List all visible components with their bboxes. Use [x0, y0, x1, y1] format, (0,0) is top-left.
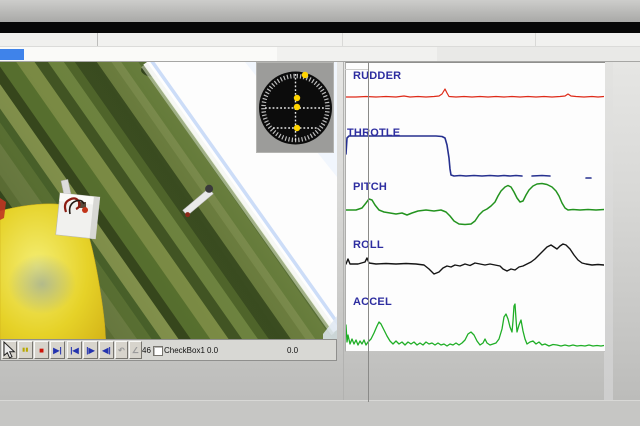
pause-icon: ▮▮ — [22, 347, 29, 353]
skip-forward-button[interactable]: |▶ — [83, 341, 98, 359]
attitude-indicator-panel — [256, 62, 334, 153]
pitch-label: PITCH — [353, 181, 387, 193]
progress-fill — [0, 49, 24, 60]
skip-back-icon: |◀ — [70, 346, 78, 355]
trace-accel — [346, 304, 604, 346]
value-left: 0.0 — [207, 346, 218, 355]
step-back-icon: ◀| — [102, 346, 110, 355]
menu-separator — [342, 33, 343, 46]
gauge-marker-dot — [294, 95, 300, 101]
menu-bar — [0, 33, 640, 47]
angle-tool-button[interactable]: ∠ — [129, 341, 142, 359]
checkbox1-input[interactable] — [153, 346, 163, 356]
arc-icon: ↶ — [118, 346, 125, 355]
wire-plug — [82, 207, 88, 213]
letterbox-band — [0, 22, 640, 33]
window-edge-strip — [604, 62, 613, 400]
accel-label: ACCEL — [353, 296, 392, 308]
gauge-marker-dot — [294, 104, 300, 110]
skip-forward-icon: |▶ — [86, 346, 94, 355]
mouse-cursor-icon — [3, 341, 17, 361]
step-back-button[interactable]: ◀| — [99, 341, 114, 359]
panel-divider — [343, 62, 344, 400]
video-matte-bottom — [0, 400, 640, 426]
step-forward-button[interactable]: ▶| — [50, 341, 65, 359]
menu-section[interactable] — [0, 33, 98, 46]
trace-rudder — [346, 89, 604, 97]
trace-roll — [346, 244, 604, 274]
stop-icon: ■ — [39, 346, 44, 355]
gauge-marker-dot — [294, 125, 300, 131]
skip-back-button[interactable]: |◀ — [67, 341, 82, 359]
stop-button[interactable]: ■ — [34, 341, 49, 359]
trace-throtle — [532, 176, 550, 177]
cowl-reflection — [8, 254, 76, 314]
checkbox1-label: CheckBox1 — [164, 346, 205, 355]
angle-icon: ∠ — [132, 346, 139, 355]
gauge-marker-dot — [302, 72, 308, 78]
arc-tool-button[interactable]: ↶ — [115, 341, 128, 359]
status-segment — [277, 47, 438, 61]
rudder-label: RUDDER — [353, 70, 401, 82]
workspace: RUDDER THROTLE PITCH ROLL ACCEL ▷▮▮■▶||◀… — [0, 62, 640, 400]
telemetry-chart-panel: RUDDER THROTLE PITCH ROLL ACCEL — [345, 62, 605, 352]
pause-button[interactable]: ▮▮ — [18, 341, 33, 359]
progress-track[interactable] — [0, 47, 278, 61]
menu-separator — [535, 33, 536, 46]
trace-throtle — [346, 136, 522, 176]
throtle-label: THROTLE — [347, 127, 400, 139]
video-matte-top — [0, 0, 640, 22]
timeline-cursor[interactable] — [368, 62, 369, 402]
step-forward-icon: ▶| — [53, 346, 61, 355]
frame-counter: 46 — [142, 346, 151, 355]
app-screen: RUDDER THROTLE PITCH ROLL ACCEL ▷▮▮■▶||◀… — [0, 0, 640, 426]
playback-toolbar: ▷▮▮■▶||◀|▶◀|↶∠ 46 CheckBox1 0.0 0.0 — [0, 339, 337, 361]
status-bar — [0, 47, 640, 62]
value-right: 0.0 — [287, 346, 298, 355]
status-segment — [437, 47, 640, 61]
timeline-cursor-header — [345, 62, 369, 70]
attitude-indicator — [256, 62, 334, 153]
